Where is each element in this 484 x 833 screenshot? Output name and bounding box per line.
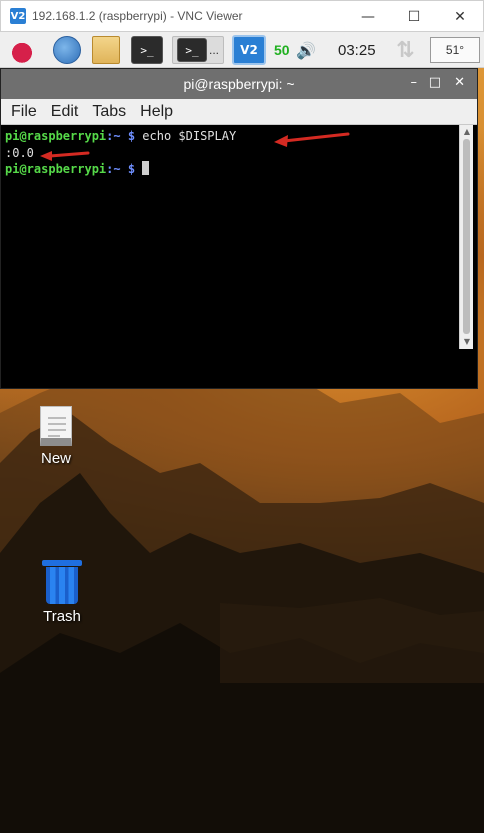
prompt-user: pi@raspberrypi [5, 162, 107, 176]
scrollbar-thumb[interactable] [463, 139, 470, 334]
maximize-button[interactable]: ☐ [391, 1, 437, 33]
terminal-task-icon: >_ [176, 38, 207, 62]
terminal-line-prompt: pi@raspberrypi:~ $ [4, 161, 460, 178]
pi-desktop[interactable]: >_ >_ ... V2 50 🔊 03:25 ⇅ 51° file-edito… [0, 32, 484, 833]
terminal-icon: >_ [131, 36, 163, 64]
file-manager-launcher[interactable] [92, 36, 120, 64]
temperature-text: 51° [445, 43, 465, 57]
menu-file[interactable]: File [11, 103, 37, 121]
terminal-launcher[interactable]: >_ [130, 36, 164, 64]
terminal-window[interactable]: pi@raspberrypi: ~ – □ ✕ File Edit Tabs H… [0, 68, 478, 389]
text-cursor [142, 161, 150, 175]
cpu-temperature[interactable]: 51° [430, 37, 480, 63]
desktop-icon-new[interactable]: New [40, 406, 72, 467]
network-activity-icon[interactable]: ⇅ [396, 36, 414, 64]
trash-icon [42, 560, 82, 604]
desktop-icon-label: Trash [43, 608, 81, 625]
wifi-strength[interactable]: 50 [274, 36, 290, 64]
pi-taskbar: >_ >_ ... V2 50 🔊 03:25 ⇅ 51° [0, 32, 484, 68]
terminal-scrollbar[interactable]: ▲ ▼ [459, 125, 473, 349]
terminal-titlebar[interactable]: pi@raspberrypi: ~ – □ ✕ [1, 69, 477, 99]
annotation-arrow-output [40, 151, 90, 161]
scroll-up-icon[interactable]: ▲ [462, 127, 472, 137]
menu-help[interactable]: Help [140, 103, 173, 121]
desktop-icon-label: New [40, 450, 71, 467]
wifi-value: 50 [274, 42, 290, 58]
scroll-down-icon[interactable]: ▼ [462, 337, 472, 347]
vnc-window-title: 192.168.1.2 (raspberrypi) - VNC Viewer [32, 9, 243, 23]
volume-icon[interactable]: 🔊 [296, 36, 316, 64]
raspberry-menu-button[interactable] [8, 36, 36, 64]
clock-text: 03:25 [338, 41, 376, 59]
terminal-minimize-button[interactable]: – [411, 75, 418, 90]
vnc-logo-icon: V2 [10, 8, 26, 24]
vnc-viewer-titlebar[interactable]: V2 192.168.1.2 (raspberrypi) - VNC Viewe… [0, 0, 484, 32]
task-ellipsis: ... [208, 43, 219, 57]
terminal-close-button[interactable]: ✕ [454, 75, 465, 90]
prompt-path: :~ $ [106, 129, 143, 143]
output-text: :0.0 [5, 145, 34, 160]
folder-icon [92, 36, 120, 64]
terminal-task-button[interactable]: >_ ... [172, 36, 224, 64]
minimize-button[interactable]: — [345, 1, 391, 33]
terminal-line-command: pi@raspberrypi:~ $ echo $DISPLAY [4, 128, 460, 145]
command-text: echo $DISPLAY [142, 129, 237, 143]
desktop-icon-trash[interactable]: Trash [42, 560, 82, 625]
browser-launcher[interactable] [53, 36, 81, 64]
menu-edit[interactable]: Edit [51, 103, 79, 121]
document-icon [40, 406, 72, 446]
terminal-maximize-button[interactable]: □ [429, 75, 441, 90]
menu-tabs[interactable]: Tabs [92, 103, 126, 121]
annotation-arrow-command [274, 132, 350, 147]
vnc-server-tray[interactable]: V2 [231, 35, 267, 65]
vnc-tray-icon: V2 [232, 35, 266, 65]
close-button[interactable]: ✕ [437, 1, 483, 33]
globe-icon [53, 36, 81, 64]
terminal-menubar: File Edit Tabs Help [1, 99, 477, 125]
prompt-user: pi@raspberrypi [5, 129, 107, 143]
raspberry-pi-icon [8, 36, 36, 64]
clock[interactable]: 03:25 [338, 36, 376, 64]
terminal-title: pi@raspberrypi: ~ [183, 76, 295, 92]
prompt-path: :~ $ [106, 162, 143, 176]
